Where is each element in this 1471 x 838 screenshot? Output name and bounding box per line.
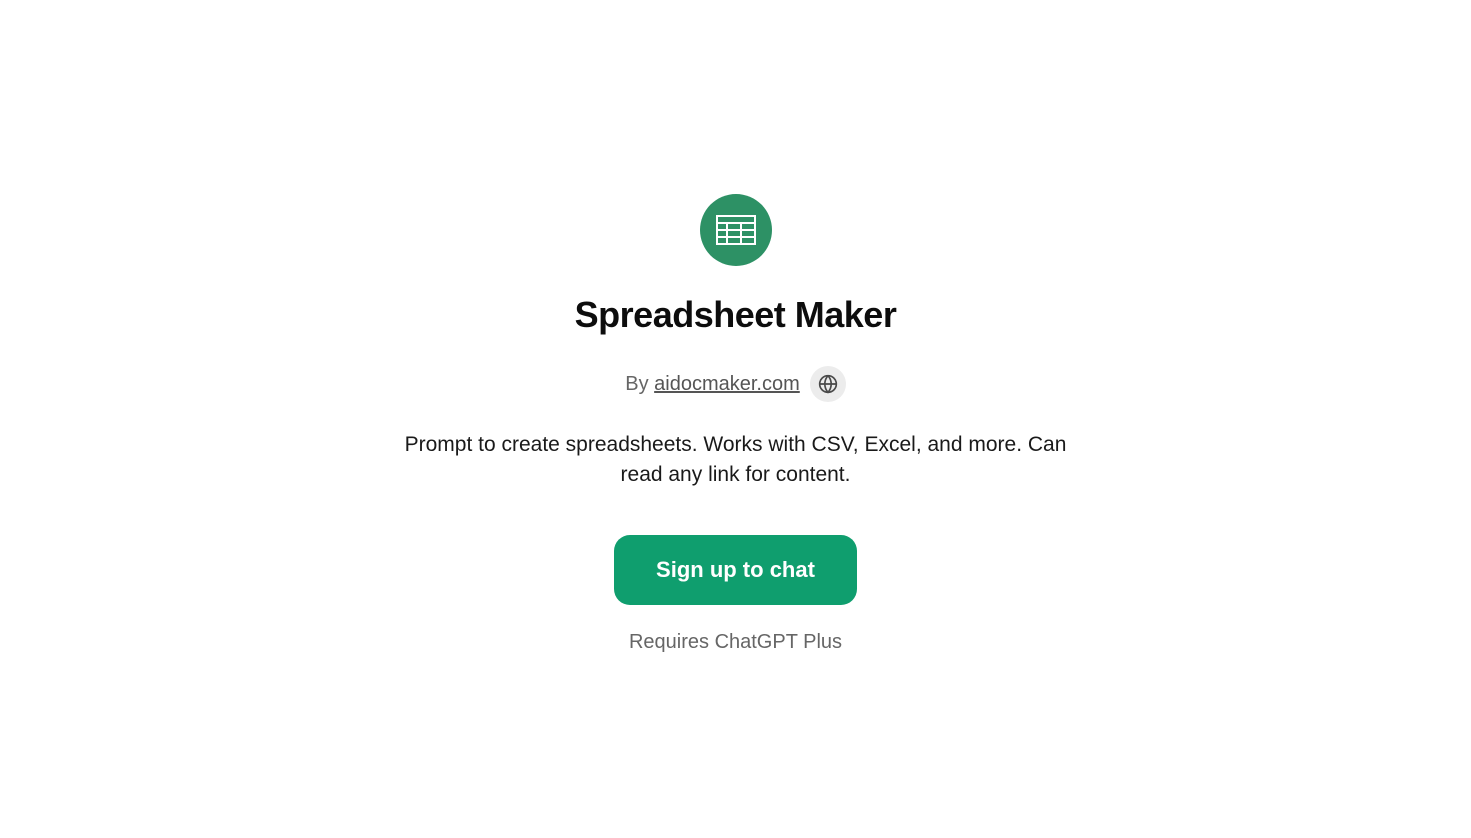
author-prefix: By (625, 373, 654, 395)
signup-button[interactable]: Sign up to chat (614, 535, 857, 605)
app-icon (700, 194, 772, 266)
requirement-text: Requires ChatGPT Plus (629, 631, 842, 654)
app-title: Spreadsheet Maker (575, 294, 897, 336)
author-link[interactable]: aidocmaker.com (654, 373, 800, 395)
globe-icon (818, 374, 838, 394)
globe-badge[interactable] (810, 366, 846, 402)
app-description: Prompt to create spreadsheets. Works wit… (386, 430, 1086, 491)
spreadsheet-icon (716, 215, 756, 245)
author-row: By aidocmaker.com (625, 366, 846, 402)
